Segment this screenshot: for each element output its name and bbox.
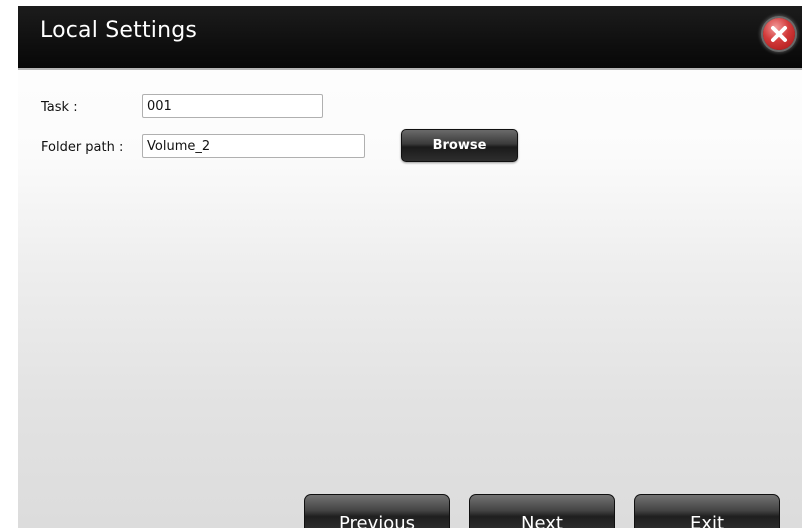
title-bar: Local Settings — [18, 6, 802, 70]
close-icon — [771, 26, 787, 42]
local-settings-dialog: Local Settings Task : Folder path : Brow… — [18, 6, 802, 528]
browse-button[interactable]: Browse — [401, 129, 518, 162]
dialog-title: Local Settings — [40, 18, 198, 43]
folder-path-input[interactable] — [142, 134, 365, 158]
next-button[interactable]: Next — [469, 494, 615, 528]
previous-button[interactable]: Previous — [304, 494, 450, 528]
exit-button[interactable]: Exit — [634, 494, 780, 528]
task-input[interactable] — [142, 94, 323, 118]
folder-path-label: Folder path : — [41, 140, 124, 155]
task-label: Task : — [41, 100, 78, 115]
close-button[interactable] — [763, 18, 795, 50]
